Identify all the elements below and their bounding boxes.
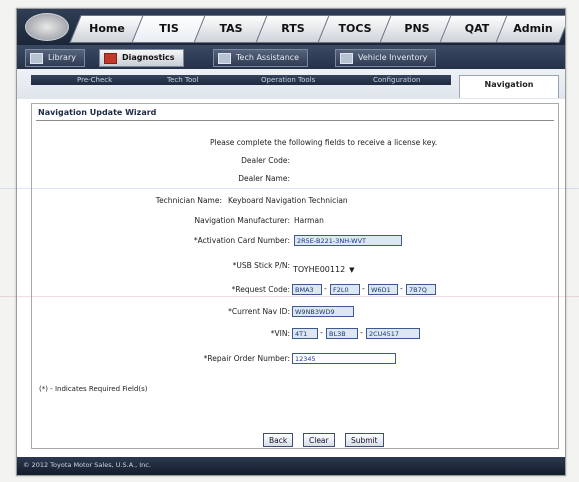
vin-input-3[interactable]: 2CU4517 [366, 328, 420, 339]
footer-bar: © 2012 Toyota Motor Sales, U.S.A., Inc. [17, 457, 565, 475]
vin-input-2[interactable]: BL3B [326, 328, 358, 339]
clear-button[interactable]: Clear [303, 433, 335, 447]
usb-stick-value: TOYHE00112 [293, 265, 346, 274]
panel-title: Navigation Update Wizard [38, 108, 157, 117]
scan-line-2 [0, 296, 579, 297]
activation-card-input[interactable]: 2R5E-B221-3NH-WVT [294, 235, 402, 246]
request-code-separator-2: - [362, 284, 365, 293]
copyright-text: © 2012 Toyota Motor Sales, U.S.A., Inc. [23, 461, 151, 469]
tab-tech-tool[interactable]: Tech Tool [167, 75, 199, 85]
vehicle-inventory-icon [340, 53, 353, 64]
vin-label: *VIN: [270, 329, 290, 338]
top-nav-bar: Home TIS TAS RTS TOCS PNS QAT Admin [17, 9, 565, 45]
subtab-library[interactable]: Library [25, 49, 85, 67]
tab-navigation[interactable]: Navigation [459, 75, 559, 98]
subtab-vehicle-inventory[interactable]: Vehicle Inventory [335, 49, 437, 67]
current-nav-label: *Current Nav ID: [228, 307, 290, 316]
wizard-panel: Navigation Update Wizard Please complete… [31, 103, 559, 449]
request-code-input-2[interactable]: F2L0 [330, 284, 360, 295]
tab-admin[interactable]: Admin [495, 15, 565, 43]
tech-assistance-icon [218, 53, 231, 64]
toyota-logo-icon [25, 13, 69, 41]
back-button[interactable]: Back [263, 433, 294, 447]
request-code-label: *Request Code: [231, 285, 290, 294]
sub-nav-bar: Library Diagnostics Tech Assistance Vehi… [17, 45, 565, 69]
app-window: Home TIS TAS RTS TOCS PNS QAT Admin Libr… [16, 8, 566, 476]
usb-stick-select[interactable]: TOYHE00112 ▼ [293, 265, 355, 274]
activation-label: *Activation Card Number: [193, 236, 290, 245]
subtab-tech-assistance[interactable]: Tech Assistance [213, 49, 309, 67]
diagnostics-icon [104, 53, 117, 64]
request-code-separator-3: - [400, 284, 403, 293]
panel-divider [36, 120, 554, 121]
vin-input-1[interactable]: 4T1 [292, 328, 318, 339]
vin-separator-2: - [360, 328, 363, 337]
subtab-diagnostics[interactable]: Diagnostics [99, 49, 184, 67]
tab-configuration[interactable]: Configuration [373, 75, 420, 85]
repair-order-label: *Repair Order Number: [203, 354, 290, 363]
chevron-down-icon: ▼ [349, 266, 355, 274]
dealer-name-label: Dealer Name: [238, 174, 290, 183]
vin-separator-1: - [320, 328, 323, 337]
usb-label: *USB Stick P/N: [232, 261, 290, 270]
dealer-code-label: Dealer Code: [241, 156, 290, 165]
manufacturer-label: Navigation Manufacturer: [194, 216, 290, 225]
tab-pre-check[interactable]: Pre-Check [77, 75, 112, 85]
tertiary-nav-bar: Pre-Check Tech Tool Operation Tools Conf… [17, 69, 565, 99]
request-code-input-1[interactable]: BMA3 [292, 284, 322, 295]
request-code-input-3[interactable]: W6D1 [368, 284, 398, 295]
request-code-separator-1: - [324, 284, 327, 293]
library-icon [30, 53, 43, 64]
technician-value: Keyboard Navigation Technician [228, 196, 348, 205]
current-nav-input[interactable]: W9NB3WD9 [292, 306, 354, 317]
repair-order-input[interactable]: 12345 [292, 353, 396, 364]
manufacturer-value: Harman [294, 216, 324, 225]
required-fields-note: (*) - Indicates Required Field(s) [39, 385, 148, 393]
intro-text: Please complete the following fields to … [210, 138, 438, 147]
submit-button[interactable]: Submit [345, 433, 384, 447]
tab-operation-tools[interactable]: Operation Tools [261, 75, 315, 85]
technician-label: Technician Name: [155, 196, 222, 205]
scan-line-1 [0, 188, 579, 189]
request-code-input-4[interactable]: 7B7Q [406, 284, 436, 295]
